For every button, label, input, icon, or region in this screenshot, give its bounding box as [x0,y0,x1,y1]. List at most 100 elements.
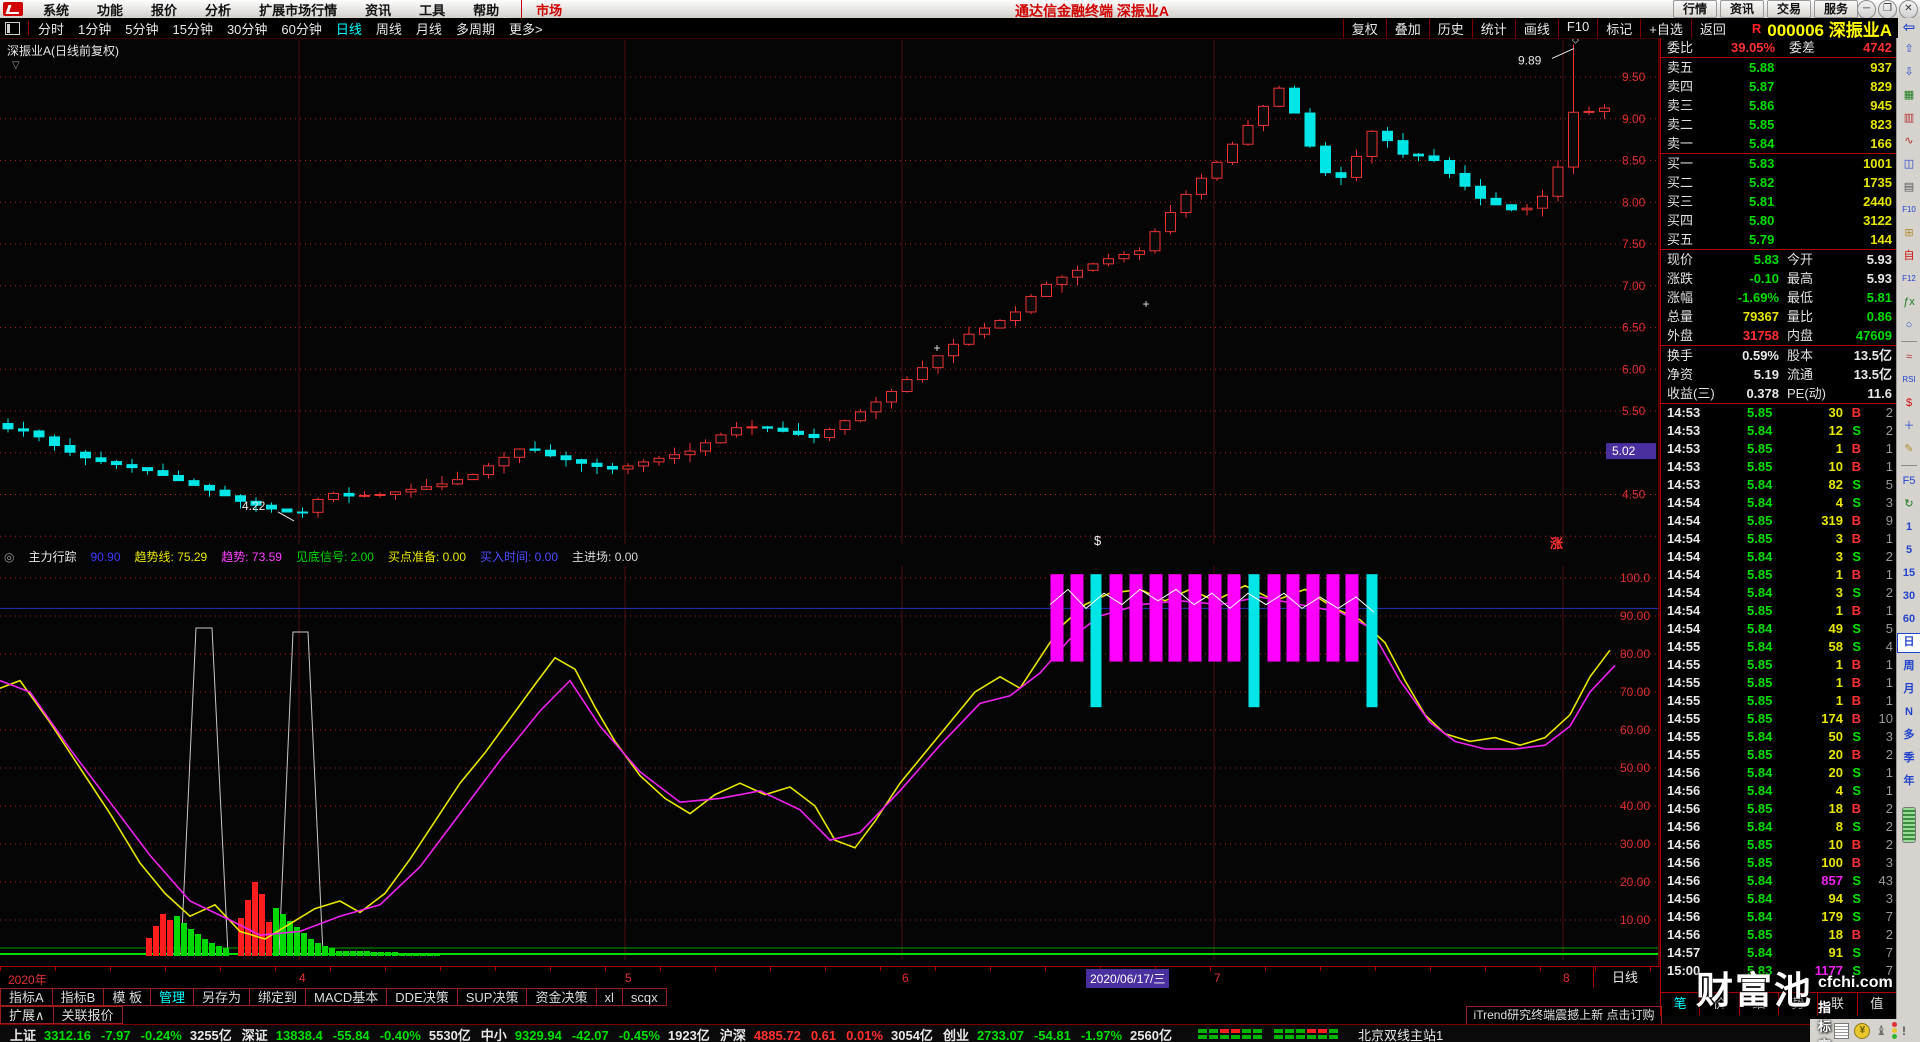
bid-row-1[interactable]: 买二 5.82 1735 [1661,173,1897,192]
indicator-collapse-icon[interactable]: ◎ [4,550,14,564]
bottom-tab-6[interactable]: MACD基本 [306,988,388,1006]
strip-period-60[interactable]: 60 [1898,608,1920,631]
status-index-2[interactable]: 中小 9329.94 -42.07 -0.45% 1923亿 [481,1025,710,1042]
strip-tab-月[interactable]: 月 [1898,678,1920,701]
bottom-tab-3[interactable]: 管理 [150,988,194,1006]
money-icon[interactable]: $ [1898,392,1920,415]
strip-period-5[interactable]: 5 [1898,539,1920,562]
tick-tab-0[interactable]: 笔 [1661,993,1701,1015]
tree-icon[interactable]: ⊞ [1898,222,1920,245]
bottom-tab-7[interactable]: DDE决策 [387,988,458,1006]
period-tab-0[interactable]: 分时 [31,19,71,38]
strip-tab-季[interactable]: 季 [1898,747,1920,770]
news-icon[interactable]: ▤ [1898,176,1920,199]
ask-row-2[interactable]: 卖三 5.86 945 [1661,96,1897,115]
tick-tab-5[interactable]: 值 [1858,993,1897,1015]
alert-icon[interactable]: ! [1902,1024,1906,1038]
menu-0[interactable]: 系统 [29,0,83,19]
bottom-tab-10[interactable]: xl [596,988,623,1006]
f10-icon[interactable]: F10 [1898,199,1920,222]
period-tab-6[interactable]: 日线 [329,19,369,38]
scroll-down-icon[interactable]: ⇩ [1898,61,1920,84]
ask-row-3[interactable]: 卖二 5.85 823 [1661,115,1897,134]
kline-icon[interactable]: ◫ [1898,153,1920,176]
tick-list[interactable]: 14:53 5.85 30 B 2 14:53 5.84 12 S 2 14:53 5.85 1 B 1 14… [1661,404,1897,980]
strip-period-15[interactable]: 15 [1898,562,1920,585]
ask-row-1[interactable]: 卖四 5.87 829 [1661,77,1897,96]
panel-toggle-icon[interactable] [5,21,20,35]
tool-3[interactable]: 统计 [1471,18,1515,38]
tool-2[interactable]: 历史 [1428,18,1472,38]
menu-2[interactable]: 报价 [137,0,191,19]
tool-1[interactable]: 叠加 [1385,18,1429,38]
period-tab-10[interactable]: 更多> [502,19,550,38]
menu-market[interactable]: 市场 [521,0,576,19]
zixuan-icon[interactable]: 自 [1898,245,1920,268]
period-tab-5[interactable]: 60分钟 [274,19,328,38]
status-index-3[interactable]: 沪深 4885.72 0.61 0.01% 3054亿 [720,1025,933,1042]
menu-3[interactable]: 分析 [191,0,245,19]
bid-row-3[interactable]: 买四 5.80 3122 [1661,211,1897,230]
period-tab-8[interactable]: 月线 [409,19,449,38]
bottom-tab-0[interactable]: 指标A [0,988,53,1006]
bottom-tab-11[interactable]: scqx [622,988,667,1006]
bid-row-4[interactable]: 买五 5.79 144 [1661,230,1897,249]
menu-4[interactable]: 扩展市场行情 [245,0,351,19]
strip-scroll-thumb[interactable] [1902,807,1916,843]
bottom-tab-4[interactable]: 另存为 [193,988,250,1006]
trophy-icon[interactable]: ♝ [1875,1023,1887,1038]
tool-0[interactable]: 复权 [1342,18,1386,38]
tick-tab-4[interactable]: 联 [1818,993,1858,1015]
period-tab-2[interactable]: 5分钟 [118,19,165,38]
scroll-up-icon[interactable]: ⇧ [1898,38,1920,61]
f5-icon[interactable]: F5 [1898,470,1920,493]
date-axis[interactable]: 2020年 4 5 6 7 8 2020/06/17/三 日线 [0,966,1660,990]
report-grid-icon[interactable]: ▦ [1898,84,1920,107]
circle-icon[interactable]: ○ [1898,314,1920,337]
tool-6[interactable]: 标记 [1597,18,1640,38]
close-button[interactable]: ✕ [1899,0,1918,19]
title-button-0[interactable]: 行情 [1672,0,1717,18]
tool-4[interactable]: 画线 [1514,18,1558,38]
function-icon[interactable]: ƒx [1898,291,1920,314]
chart-symbol-label[interactable]: 深振业A(日线前复权) [7,42,119,59]
bid-row-2[interactable]: 买三 5.81 2440 [1661,192,1897,211]
bottom-tab-8[interactable]: SUP决策 [457,988,528,1006]
f12-icon[interactable]: F12 [1898,268,1920,291]
rsi-icon[interactable]: RSI [1898,369,1920,392]
tool-5[interactable]: F10 [1557,18,1597,38]
menu-6[interactable]: 工具 [405,0,459,19]
period-tab-9[interactable]: 多周期 [449,19,502,38]
tool-7[interactable]: +自选 [1640,18,1691,38]
period-tab-3[interactable]: 15分钟 [165,19,219,38]
menu-5[interactable]: 资讯 [351,0,405,19]
period-tab-1[interactable]: 1分钟 [71,19,118,38]
refresh-icon[interactable]: ↻ [1898,493,1920,516]
bottom-tab-9[interactable]: 资金决策 [527,988,597,1006]
status-index-0[interactable]: 上证 3312.16 -7.97 -0.24% 3255亿 [10,1025,232,1042]
chart-dropdown-icon[interactable]: ▽ [12,60,20,71]
extension-tab-1[interactable]: 关联报价 [53,1006,123,1024]
ask-row-4[interactable]: 卖一 5.84 166 [1661,134,1897,153]
extension-tab-0[interactable]: 扩展∧ [0,1006,54,1024]
ask-row-0[interactable]: 卖五 5.88 937 [1661,58,1897,77]
tick-tab-3[interactable]: 势 [1779,993,1819,1015]
menu-7[interactable]: 帮助 [459,0,513,19]
strip-tab-周[interactable]: 周 [1898,655,1920,678]
tick-tab-2[interactable]: 细 [1740,993,1779,1015]
bottom-tab-2[interactable]: 模 板 [104,988,151,1006]
back-arrow-icon[interactable]: ⇦ [1898,18,1920,38]
period-tab-4[interactable]: 30分钟 [220,19,274,38]
strip-tab-年[interactable]: 年 [1898,770,1920,793]
bottom-tab-5[interactable]: 绑定到 [250,988,307,1006]
traffic-light-icon[interactable] [1892,1022,1897,1039]
line-chart-icon[interactable]: ∿ [1898,130,1920,153]
quote-table-icon[interactable]: ▥ [1898,107,1920,130]
main-chart-canvas[interactable]: 9.50 9.00 8.50 8.00 7.50 7.00 6.50 6.00 5.50 4.50… [0,0,1920,1042]
period-tab-7[interactable]: 周线 [369,19,409,38]
tick-tab-1[interactable]: 价 [1700,993,1740,1015]
strip-tab-日[interactable]: 日 [1897,633,1920,653]
wave-icon[interactable]: ≈ [1898,346,1920,369]
bid-row-0[interactable]: 买一 5.83 1001 [1661,154,1897,173]
indicator-header[interactable]: ◎ 主力行踪 90.90 趋势线: 75.29 趋势: 73.59 见底信号: 2.00 买… [4,549,638,565]
